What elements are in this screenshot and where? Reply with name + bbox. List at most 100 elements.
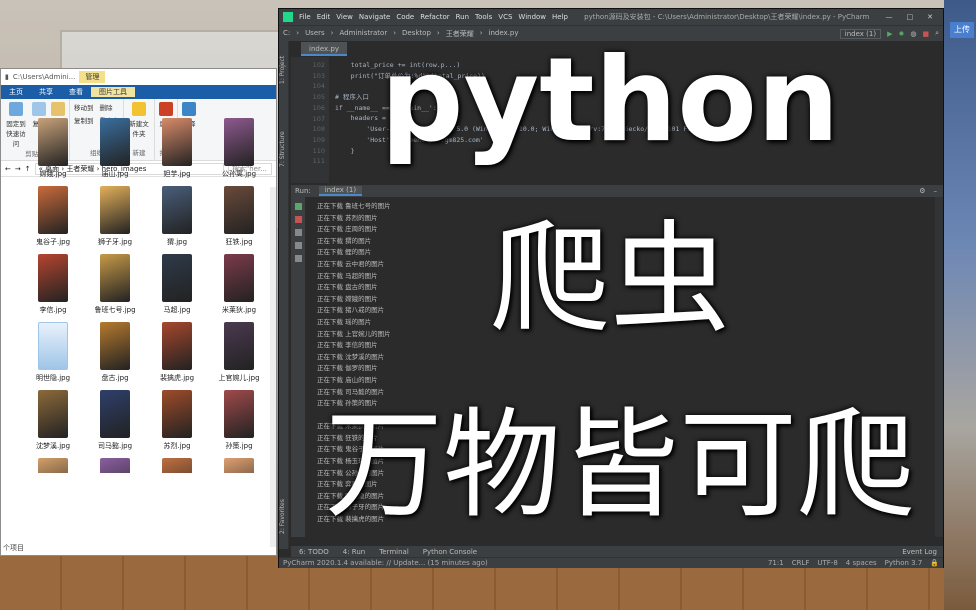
menu-item-vcs[interactable]: VCS bbox=[498, 13, 512, 21]
file-item[interactable]: 公孙离.jpg bbox=[208, 118, 270, 186]
file-item[interactable]: 明世隐.jpg bbox=[22, 322, 84, 390]
menu-item-tools[interactable]: Tools bbox=[475, 13, 492, 21]
image-thumbnail bbox=[38, 390, 68, 438]
stop-icon[interactable]: ■ bbox=[922, 30, 929, 38]
file-item[interactable]: 庙山.jpg bbox=[84, 118, 146, 186]
debug-icon[interactable]: ✹ bbox=[898, 30, 904, 38]
close-icon[interactable]: ✕ bbox=[927, 13, 933, 21]
delete-button[interactable]: 删除 bbox=[100, 102, 113, 112]
ribbon-tab-share[interactable]: 共享 bbox=[31, 87, 61, 97]
forward-icon[interactable]: → bbox=[15, 165, 21, 173]
menu-item-view[interactable]: View bbox=[336, 13, 353, 21]
file-name: 狂铁.jpg bbox=[225, 238, 253, 246]
file-item[interactable]: 孙策.jpg bbox=[208, 390, 270, 458]
file-item[interactable] bbox=[146, 458, 208, 473]
image-thumbnail bbox=[224, 118, 254, 166]
file-name: 盘古.jpg bbox=[101, 374, 129, 382]
breadcrumb-item[interactable]: Users bbox=[305, 29, 325, 39]
file-item[interactable]: 沈梦溪.jpg bbox=[22, 390, 84, 458]
rerun-icon[interactable] bbox=[294, 203, 302, 210]
maximize-icon[interactable]: □ bbox=[907, 13, 914, 21]
line-number: 102 bbox=[312, 61, 325, 69]
file-item[interactable]: 李信.jpg bbox=[22, 254, 84, 322]
file-item[interactable]: 狂铁.jpg bbox=[208, 186, 270, 254]
project-tab[interactable]: 1: Project bbox=[279, 45, 289, 95]
menu-item-refactor[interactable]: Refactor bbox=[420, 13, 449, 21]
menu-item-help[interactable]: Help bbox=[552, 13, 568, 21]
file-item[interactable]: 马超.jpg bbox=[146, 254, 208, 322]
status-encoding[interactable]: UTF-8 bbox=[817, 559, 837, 567]
explorer-status: 个项目 bbox=[3, 544, 24, 552]
file-item[interactable]: 狮子牙.jpg bbox=[84, 186, 146, 254]
status-position[interactable]: 71:1 bbox=[768, 559, 784, 567]
hide-icon[interactable]: – bbox=[934, 187, 938, 195]
stop-run-icon[interactable] bbox=[294, 216, 302, 223]
image-thumbnail bbox=[162, 254, 192, 302]
back-icon[interactable]: ← bbox=[5, 165, 11, 173]
print-icon[interactable] bbox=[294, 242, 302, 249]
file-name: 鬼谷子.jpg bbox=[35, 238, 71, 246]
file-item[interactable]: 鲁班七号.jpg bbox=[84, 254, 146, 322]
file-item[interactable] bbox=[208, 458, 270, 473]
pin-tab-icon[interactable] bbox=[294, 229, 302, 236]
file-item[interactable]: 米莱狄.jpg bbox=[208, 254, 270, 322]
file-name: 裴擒虎.jpg bbox=[159, 374, 195, 382]
file-item[interactable]: 鬼谷子.jpg bbox=[22, 186, 84, 254]
upload-tag[interactable]: 上传 bbox=[950, 22, 974, 38]
image-thumbnail bbox=[100, 322, 130, 370]
menu-item-code[interactable]: Code bbox=[396, 13, 414, 21]
coverage-icon[interactable]: ◍ bbox=[910, 30, 916, 38]
pin-icon[interactable] bbox=[294, 255, 302, 262]
paste-icon bbox=[51, 102, 65, 116]
menu-item-file[interactable]: File bbox=[299, 13, 311, 21]
lock-icon[interactable]: 🔒 bbox=[930, 559, 939, 567]
file-item[interactable]: 盘古.jpg bbox=[84, 322, 146, 390]
image-thumbnail bbox=[100, 390, 130, 438]
minimize-icon[interactable]: — bbox=[886, 13, 893, 21]
line-number: 108 bbox=[312, 125, 325, 134]
file-item[interactable]: 猬.jpg bbox=[146, 186, 208, 254]
file-item[interactable] bbox=[84, 458, 146, 473]
file-item[interactable]: 上官婉儿.jpg bbox=[208, 322, 270, 390]
file-name: 猬.jpg bbox=[166, 238, 188, 246]
file-item[interactable] bbox=[22, 458, 84, 473]
status-interpreter[interactable]: Python 3.7 bbox=[885, 559, 923, 567]
file-item[interactable]: 司马懿.jpg bbox=[84, 390, 146, 458]
settings-icon[interactable]: ⚙ bbox=[919, 187, 925, 195]
breadcrumb-item[interactable]: C: bbox=[283, 29, 290, 39]
file-item[interactable]: 裴擒虎.jpg bbox=[146, 322, 208, 390]
ribbon-tab-picture-tools[interactable]: 图片工具 bbox=[91, 87, 135, 97]
image-thumbnail bbox=[100, 254, 130, 302]
ribbon-tab-home[interactable]: 主页 bbox=[1, 87, 31, 97]
python-console-tab[interactable]: Python Console bbox=[423, 548, 477, 556]
line-number-gutter: 102 103 104 105 106 107 108 109 110 111 bbox=[291, 57, 329, 183]
menu-item-window[interactable]: Window bbox=[518, 13, 546, 21]
move-to-button[interactable]: 移动到 bbox=[74, 102, 94, 112]
status-indent[interactable]: 4 spaces bbox=[846, 559, 877, 567]
file-item[interactable]: 苏烈.jpg bbox=[146, 390, 208, 458]
pycharm-logo-icon bbox=[283, 12, 293, 22]
run-tab-index[interactable]: index (1) bbox=[318, 186, 363, 196]
file-name: 李信.jpg bbox=[39, 306, 67, 314]
copy-icon bbox=[32, 102, 46, 116]
status-line-sep[interactable]: CRLF bbox=[792, 559, 810, 567]
terminal-tab[interactable]: Terminal bbox=[379, 548, 409, 556]
event-log-tab[interactable]: Event Log bbox=[902, 548, 943, 556]
favorites-tab[interactable]: 2: Favorites bbox=[279, 491, 289, 543]
image-thumbnail bbox=[38, 254, 68, 302]
menu-item-navigate[interactable]: Navigate bbox=[359, 13, 390, 21]
menu-item-edit[interactable]: Edit bbox=[317, 13, 331, 21]
status-message[interactable]: PyCharm 2020.1.4 available: // Update...… bbox=[283, 559, 760, 567]
run-label: Run: bbox=[295, 187, 311, 195]
search-icon[interactable]: ⌕ bbox=[935, 29, 939, 38]
file-item[interactable]: 妲芋.jpg bbox=[146, 118, 208, 186]
manage-tab[interactable]: 管理 bbox=[79, 71, 106, 83]
file-item[interactable]: 嫦娥.jpg bbox=[22, 118, 84, 186]
menu-item-run[interactable]: Run bbox=[456, 13, 469, 21]
structure-tab[interactable]: 7: Structure bbox=[279, 121, 289, 177]
run-tool-tab[interactable]: 4: Run bbox=[343, 548, 365, 556]
todo-tab[interactable]: 6: TODO bbox=[299, 548, 329, 556]
ribbon-tab-view[interactable]: 查看 bbox=[61, 87, 91, 97]
file-name: 苏烈.jpg bbox=[163, 442, 191, 450]
pycharm-titlebar: File Edit View Navigate Code Refactor Run Tools… bbox=[279, 9, 943, 25]
